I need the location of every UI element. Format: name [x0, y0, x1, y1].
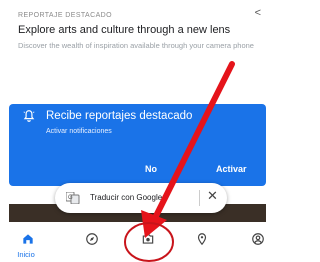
- svg-text:G: G: [68, 195, 73, 201]
- dismiss-button[interactable]: No: [145, 164, 157, 174]
- bottom-navigation: Inicio: [0, 222, 275, 262]
- nav-item-home[interactable]: Inicio: [8, 222, 48, 262]
- camera-icon: [142, 234, 154, 244]
- translate-chip[interactable]: G Traducir con Google ✕: [55, 183, 227, 213]
- activate-button[interactable]: Activar: [216, 164, 247, 174]
- card-eyebrow: REPORTAJE DESTACADO: [18, 12, 112, 19]
- notification-banner: Recibe reportajes destacado Activar noti…: [9, 104, 266, 186]
- nav-item-explore[interactable]: [72, 222, 112, 262]
- nav-item-camera[interactable]: [128, 222, 168, 262]
- featured-story-card[interactable]: REPORTAJE DESTACADO < Explore arts and c…: [6, 4, 269, 100]
- share-icon[interactable]: <: [255, 7, 261, 19]
- close-icon[interactable]: ✕: [207, 188, 218, 204]
- nav-item-location[interactable]: [182, 222, 222, 262]
- nav-item-profile[interactable]: [238, 222, 275, 262]
- card-subtitle: Discover the wealth of inspiration avail…: [18, 41, 254, 50]
- home-icon: [23, 234, 33, 244]
- nav-label-home: Inicio: [17, 250, 35, 259]
- explore-icon: [86, 233, 98, 245]
- google-translate-icon: G: [66, 192, 80, 204]
- card-title: Explore arts and culture through a new l…: [18, 24, 231, 36]
- bell-icon: [23, 110, 35, 122]
- profile-icon: [252, 233, 264, 245]
- app-screen: REPORTAJE DESTACADO < Explore arts and c…: [0, 0, 275, 262]
- banner-subtitle: Activar notificaciones: [46, 128, 112, 135]
- translate-label: Traducir con Google: [90, 193, 163, 202]
- location-icon: [197, 233, 207, 246]
- banner-title: Recibe reportajes destacado: [46, 110, 193, 122]
- chip-divider: [199, 190, 200, 206]
